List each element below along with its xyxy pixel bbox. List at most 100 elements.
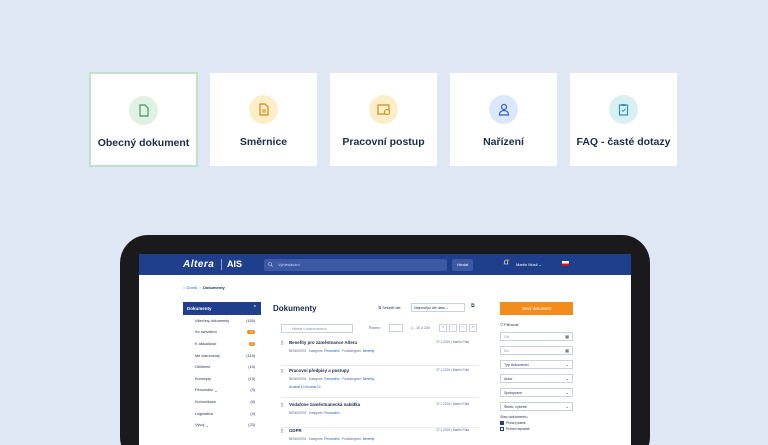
- product-name: AIS: [227, 259, 243, 269]
- document-title[interactable]: Pracovní předpisy a postupy: [289, 368, 349, 373]
- clipboard-icon: [609, 95, 638, 124]
- document-title[interactable]: Benefity pro zaměstnance Altera: [289, 340, 357, 345]
- author: Martin Pala: [452, 368, 469, 372]
- sidebar-item-count: (155): [246, 318, 255, 323]
- date-to-label: Do: [504, 349, 509, 353]
- sidebar-item-count: (19): [248, 376, 255, 381]
- sidebar-item[interactable]: Vývoj ⌄ (23): [183, 419, 261, 431]
- sidebar-item-count: (3): [250, 388, 255, 393]
- prev-page-button[interactable]: ‹: [449, 324, 457, 332]
- date-from-input[interactable]: Od ▦: [500, 332, 573, 341]
- document-category[interactable]: Personální: [324, 411, 339, 415]
- document-date: 27.1.2024 | Martin Pala: [436, 340, 469, 344]
- sidebar-item[interactable]: Všechny dokumenty (155): [183, 315, 261, 327]
- document-title[interactable]: GDPR: [289, 428, 302, 433]
- app-logo: Altera: [183, 259, 215, 270]
- state-checkbox[interactable]: Prošel platné: [500, 421, 573, 425]
- card-narizeni[interactable]: Nařízení: [449, 72, 558, 167]
- document-icon: [129, 96, 158, 125]
- user-menu[interactable]: Martin Musil ⌄: [516, 262, 542, 267]
- filter-toggle-icon[interactable]: ⧉: [471, 303, 480, 312]
- sidebar-title: Dokumenty: [187, 306, 212, 311]
- sort-label: ⇅ Seřadit dle:: [378, 306, 402, 310]
- author: Martin Pala: [452, 402, 469, 406]
- document-category[interactable]: Personální: [324, 437, 339, 441]
- document-meta: BEN000976 Kategorie: Personální Podkateg…: [289, 437, 375, 441]
- sidebar-item[interactable]: Personální ⌄ (3): [183, 385, 261, 397]
- sidebar: Dokumenty ⌃ Všechny dokumenty (155) Ke sc…: [183, 302, 261, 431]
- page-title: Dokumenty: [273, 304, 317, 313]
- bell-icon[interactable]: [503, 259, 509, 266]
- sidebar-item-label: Mé dokumenty: [195, 353, 220, 358]
- sidebar-item[interactable]: Legislativa (4): [183, 408, 261, 420]
- document-row[interactable]: ▯ Vodafone zaměstnanecká nabídka BEN0009…: [281, 402, 479, 428]
- sidebar-item-label: Koncepty: [195, 376, 211, 381]
- search-button[interactable]: Hledat: [452, 259, 473, 271]
- sidebar-item-count: (115): [246, 353, 255, 358]
- document-meta: BEN000976 Kategorie: Personální Podkateg…: [289, 377, 375, 381]
- document-meta: BEN000976 Kategorie: Personální: [289, 411, 340, 415]
- filter-title: ▽ Filtrovat: [500, 322, 519, 327]
- document-row[interactable]: ▯ Benefity pro zaměstnance Altera BEN000…: [281, 340, 479, 366]
- checkbox-icon: [500, 427, 504, 431]
- date: 27.1.2024: [436, 368, 451, 372]
- sidebar-item[interactable]: Komunikace (6): [183, 396, 261, 408]
- card-pracovni-postup[interactable]: Pracovní postup: [329, 72, 438, 167]
- card-faq[interactable]: FAQ - časté dotazy: [569, 72, 678, 167]
- sidebar-item-label: Personální: [195, 388, 214, 393]
- document-search-input[interactable]: Hledat v dokumentech: [281, 324, 353, 333]
- sidebar-item-label: Všechny dokumenty: [195, 318, 230, 323]
- sidebar-item-badge: 12: [247, 330, 255, 335]
- checkbox-label: Prošel neplatné: [506, 427, 530, 431]
- breadcrumb-current: Dokumenty: [202, 285, 225, 290]
- card-obecny-dokument[interactable]: Obecný dokument: [89, 72, 198, 167]
- breadcrumb-home[interactable]: Domů: [187, 285, 198, 290]
- state-checkbox[interactable]: Prošel neplatné: [500, 427, 573, 431]
- author-select[interactable]: Autor ⌄: [500, 374, 573, 383]
- directive-icon: [249, 95, 278, 124]
- card-label: FAQ - časté dotazy: [576, 136, 671, 148]
- document-title[interactable]: Vodafone zaměstnanecká nabídka: [289, 402, 360, 407]
- document-subcategory[interactable]: Benefity: [363, 437, 375, 441]
- app-header: Altera AIS Vyhledávání Hledat Martin Mus…: [139, 254, 631, 275]
- razeni-select[interactable]: [389, 324, 403, 332]
- sidebar-item-count: (23): [248, 423, 255, 428]
- first-page-button[interactable]: «: [439, 324, 447, 332]
- select-label: Typ dokumentu: [504, 363, 529, 367]
- document-category[interactable]: Personální: [324, 377, 339, 381]
- document-category[interactable]: Personální: [324, 349, 339, 353]
- chevron-down-icon: ⌄: [565, 404, 569, 409]
- date: 27.1.2024: [436, 340, 451, 344]
- tag-select[interactable]: Štítek: vyberte ⌄: [500, 402, 573, 411]
- document-subcategory[interactable]: Benefity: [363, 349, 375, 353]
- next-page-button[interactable]: ›: [459, 324, 467, 332]
- sidebar-header[interactable]: Dokumenty ⌃: [183, 302, 261, 315]
- last-page-button[interactable]: »: [469, 324, 477, 332]
- document-row[interactable]: ▯ Pracovní předpisy a postupy BEN000976 …: [281, 368, 479, 398]
- pagination-range: 1 - 10 z 230: [411, 326, 430, 330]
- razeni-label: Řazení: [369, 326, 381, 330]
- header-search-input[interactable]: Vyhledávání: [264, 259, 447, 271]
- sidebar-item[interactable]: Mé dokumenty (115): [183, 350, 261, 362]
- card-label: Nařízení: [483, 136, 524, 148]
- sidebar-item[interactable]: K aktualizaci 3: [183, 338, 261, 350]
- card-smernice[interactable]: Směrnice: [209, 72, 318, 167]
- sidebar-item[interactable]: Koncepty (19): [183, 373, 261, 385]
- document-row[interactable]: ▯ GDPR BEN000976 Kategorie: Personální P…: [281, 428, 479, 445]
- document-date: 27.1.2024 | Martin Pala: [436, 428, 469, 432]
- sidebar-item[interactable]: Oblíbené (15): [183, 361, 261, 373]
- date-from-label: Od: [504, 335, 509, 339]
- language-flag-icon[interactable]: [562, 261, 569, 266]
- date-to-input[interactable]: Do ▦: [500, 346, 573, 355]
- select-label: Autor: [504, 377, 513, 381]
- sidebar-item[interactable]: Ke schválení 12: [183, 327, 261, 339]
- chevron-down-icon: ⌄: [565, 376, 569, 381]
- card-label: Směrnice: [239, 136, 288, 148]
- document-subcategory[interactable]: Benefity: [363, 377, 375, 381]
- sort-select[interactable]: Nejnovější dle data ⌄: [411, 303, 465, 312]
- checkbox-checked-icon: [500, 421, 504, 425]
- document-type-select[interactable]: Typ dokumentu ⌄: [500, 360, 573, 369]
- collaboration-select[interactable]: Spolupráce ⌄: [500, 388, 573, 397]
- document-tags[interactable]: Acrobat 10 Acrobat 10: [289, 385, 321, 389]
- new-document-button[interactable]: Nový dokument: [500, 302, 573, 315]
